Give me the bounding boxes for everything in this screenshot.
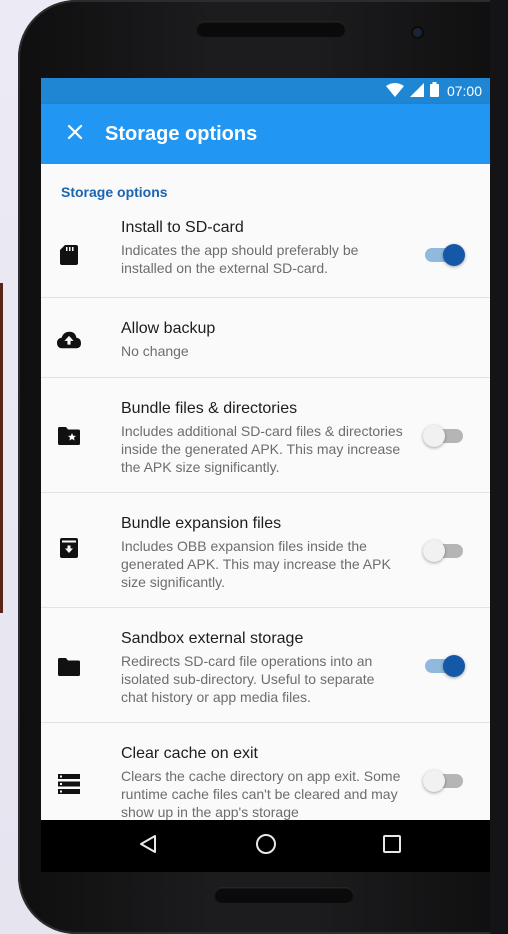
- pref-summary: No change: [121, 343, 189, 359]
- pref-text: Clear cache on exit Clears the cache dir…: [121, 744, 403, 820]
- pref-sandbox-storage[interactable]: Sandbox external storage Redirects SD-ca…: [41, 608, 490, 723]
- home-button[interactable]: [236, 820, 296, 872]
- pref-title: Install to SD-card: [121, 219, 244, 236]
- switch-thumb: [423, 425, 445, 447]
- earpiece-speaker: [196, 21, 346, 37]
- device-screen: 07:00 Storage options Storage options In…: [41, 78, 490, 872]
- archive-icon: [57, 536, 81, 560]
- pref-clear-cache[interactable]: Clear cache on exit Clears the cache dir…: [41, 723, 490, 820]
- section-header: Storage options: [61, 184, 168, 200]
- recents-button[interactable]: [362, 820, 422, 872]
- pref-title: Bundle expansion files: [121, 515, 282, 532]
- page-title: Storage options: [105, 122, 258, 145]
- pref-allow-backup[interactable]: Allow backup No change: [41, 298, 490, 378]
- navigation-bar: [41, 820, 490, 872]
- folder-star-icon: [57, 424, 81, 448]
- pref-install-sd-card[interactable]: Install to SD-card Indicates the app sho…: [41, 216, 490, 298]
- preferences-list[interactable]: Storage options Install to SD-card Indic…: [41, 164, 490, 820]
- pref-text: Allow backup No change: [121, 319, 403, 360]
- status-icons: 07:00: [385, 82, 482, 100]
- back-button[interactable]: [118, 820, 178, 872]
- battery-icon: [429, 82, 439, 100]
- pref-text: Bundle files & directories Includes addi…: [121, 399, 403, 476]
- app-bar: Storage options: [41, 104, 490, 164]
- pref-text: Bundle expansion files Includes OBB expa…: [121, 514, 403, 591]
- pref-summary: Includes additional SD-card files & dire…: [121, 423, 403, 475]
- pref-title: Sandbox external storage: [121, 630, 304, 647]
- install-sd-card-switch[interactable]: [425, 244, 465, 266]
- switch-thumb: [443, 244, 465, 266]
- front-camera: [413, 28, 422, 37]
- pref-title: Clear cache on exit: [121, 745, 258, 762]
- phone-edge: [490, 0, 508, 934]
- pref-bundle-files[interactable]: Bundle files & directories Includes addi…: [41, 378, 490, 493]
- switch-thumb: [443, 655, 465, 677]
- folder-icon: [57, 655, 81, 679]
- close-icon: [67, 124, 83, 145]
- home-icon: [255, 833, 277, 860]
- pref-title: Bundle files & directories: [121, 400, 298, 417]
- status-bar: 07:00: [41, 78, 490, 104]
- pref-text: Install to SD-card Indicates the app sho…: [121, 218, 403, 277]
- wifi-icon: [385, 82, 404, 100]
- pref-title: Allow backup: [121, 320, 216, 337]
- switch-thumb: [423, 540, 445, 562]
- close-button[interactable]: [47, 104, 103, 164]
- switch-thumb: [423, 770, 445, 792]
- bundle-expansion-switch[interactable]: [423, 540, 463, 562]
- background-accent: [0, 283, 3, 613]
- pref-text: Sandbox external storage Redirects SD-ca…: [121, 629, 403, 706]
- pref-bundle-expansion[interactable]: Bundle expansion files Includes OBB expa…: [41, 493, 490, 608]
- bottom-speaker: [214, 887, 354, 903]
- pref-summary: Clears the cache directory on app exit. …: [121, 768, 401, 820]
- clear-cache-switch[interactable]: [423, 770, 463, 792]
- storage-list-icon: [57, 772, 81, 796]
- pref-summary: Indicates the app should preferably be i…: [121, 242, 359, 276]
- recents-icon: [383, 834, 401, 858]
- pref-summary: Redirects SD-card file operations into a…: [121, 653, 375, 705]
- pref-summary: Includes OBB expansion files inside the …: [121, 538, 391, 590]
- cloud-upload-icon: [57, 328, 81, 352]
- bundle-files-switch[interactable]: [423, 425, 463, 447]
- sandbox-storage-switch[interactable]: [425, 655, 465, 677]
- back-icon: [139, 834, 157, 859]
- cell-signal-icon: [409, 82, 424, 100]
- sd-card-icon: [57, 243, 81, 267]
- status-time: 07:00: [446, 83, 482, 99]
